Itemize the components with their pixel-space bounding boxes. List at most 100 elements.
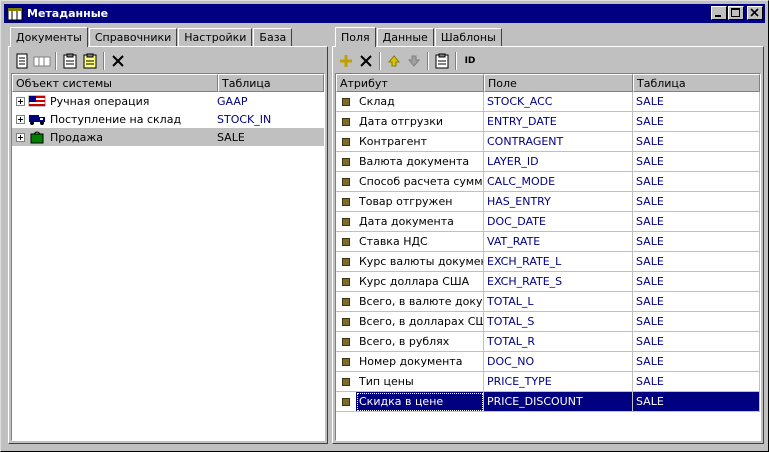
table-row[interactable]: Номер документа DOC_NO SALE xyxy=(336,352,760,372)
table-row[interactable]: Всего, в валюте документаTOTAL_LSALE xyxy=(336,292,760,312)
field-cell[interactable]: TOTAL_R xyxy=(484,332,633,352)
delete-icon[interactable] xyxy=(108,51,128,71)
app-icon xyxy=(7,7,23,21)
table-cell[interactable]: SALE xyxy=(633,92,760,112)
attribute-cell[interactable]: Курс доллара США xyxy=(356,272,484,292)
table-cell[interactable]: SALE xyxy=(633,232,760,252)
close-button[interactable] xyxy=(747,6,763,20)
attribute-cell[interactable]: Всего, в валюте документа xyxy=(356,292,484,312)
field-cell[interactable]: TOTAL_S xyxy=(484,312,633,332)
attribute-cell[interactable]: Валюта документа xyxy=(356,152,484,172)
tab-references[interactable]: Справочники xyxy=(88,28,178,46)
field-cell[interactable]: STOCK_ACC xyxy=(484,92,633,112)
attribute-cell[interactable]: Всего, в долларах США xyxy=(356,312,484,332)
table-cell[interactable]: SALE xyxy=(633,352,760,372)
attribute-cell[interactable]: Контрагент xyxy=(356,132,484,152)
column-header-field[interactable]: Поле xyxy=(484,74,633,92)
table-cell[interactable]: SALE xyxy=(633,172,760,192)
table-cell[interactable]: SALE xyxy=(633,212,760,232)
field-cell[interactable]: TOTAL_L xyxy=(484,292,633,312)
minimize-button[interactable] xyxy=(711,6,727,20)
table-row[interactable]: Курс доллара США EXCH_RATE_S SALE xyxy=(336,272,760,292)
table-view-icon[interactable] xyxy=(32,51,52,71)
table-row[interactable]: Ставка НДС VAT_RATE SALE xyxy=(336,232,760,252)
table-row[interactable]: Склад STOCK_ACC SALE xyxy=(336,92,760,112)
column-header-object[interactable]: Объект системы xyxy=(12,74,218,92)
table-row[interactable]: Всего, в долларах США TOTAL_S SALE xyxy=(336,312,760,332)
attribute-cell[interactable]: Скидка в цене xyxy=(356,392,484,412)
expand-icon[interactable] xyxy=(16,132,25,142)
attribute-cell[interactable]: Номер документа xyxy=(356,352,484,372)
field-cell[interactable]: PRICE_TYPE xyxy=(484,372,633,392)
table-cell[interactable]: SALE xyxy=(633,332,760,352)
attribute-cell[interactable]: Дата документа xyxy=(356,212,484,232)
field-cell[interactable]: HAS_ENTRY xyxy=(484,192,633,212)
tree-item-label: Поступление на склад xyxy=(50,112,182,126)
arrow-down-icon[interactable] xyxy=(404,51,424,71)
table-row[interactable]: Валюта документа LAYER_ID SALE xyxy=(336,152,760,172)
arrow-up-icon[interactable] xyxy=(384,51,404,71)
field-cell[interactable]: CONTRAGENT xyxy=(484,132,633,152)
properties-icon[interactable] xyxy=(432,51,452,71)
table-cell[interactable]: SALE xyxy=(633,132,760,152)
table-cell[interactable]: SALE xyxy=(633,272,760,292)
attribute-cell[interactable]: Ставка НДС xyxy=(356,232,484,252)
table-cell[interactable]: SALE xyxy=(633,112,760,132)
document-icon[interactable] xyxy=(12,51,32,71)
attribute-cell[interactable]: Тип цены xyxy=(356,372,484,392)
id-button[interactable]: ID xyxy=(460,51,480,71)
attribute-cell[interactable]: Дата отгрузки xyxy=(356,112,484,132)
attribute-cell[interactable]: Курс валюты документа xyxy=(356,252,484,272)
table-row[interactable]: Дата документа DOC_DATE SALE xyxy=(336,212,760,232)
table-row[interactable]: Скидка в цене PRICE_DISCOUNT SALE xyxy=(336,392,760,412)
left-tab-body: Объект системы Таблица Ручная операция G… xyxy=(8,46,328,444)
maximize-button[interactable] xyxy=(728,6,744,20)
tab-database[interactable]: База xyxy=(253,28,293,46)
field-cell[interactable]: ENTRY_DATE xyxy=(484,112,633,132)
edit-properties-icon[interactable] xyxy=(80,51,100,71)
table-cell[interactable]: SALE xyxy=(633,252,760,272)
attribute-cell[interactable]: Склад xyxy=(356,92,484,112)
table-row[interactable]: Тип цены PRICE_TYPE SALE xyxy=(336,372,760,392)
tab-data[interactable]: Данные xyxy=(376,28,434,46)
tree-row-manual-operation[interactable]: Ручная операция GAAP xyxy=(12,92,324,110)
attribute-cell[interactable]: Товар отгружен xyxy=(356,192,484,212)
field-cell[interactable]: CALC_MODE xyxy=(484,172,633,192)
table-cell[interactable]: SALE xyxy=(633,312,760,332)
column-header-table[interactable]: Таблица xyxy=(218,74,324,92)
expand-icon[interactable] xyxy=(16,96,25,106)
properties-icon[interactable] xyxy=(60,51,80,71)
title-bar[interactable]: Метаданные xyxy=(4,4,765,23)
tree-row-sale[interactable]: Продажа SALE xyxy=(12,128,324,146)
tab-settings[interactable]: Настройки xyxy=(178,28,253,46)
attribute-cell[interactable]: Способ расчета сумм xyxy=(356,172,484,192)
table-row[interactable]: Контрагент CONTRAGENT SALE xyxy=(336,132,760,152)
column-header-table[interactable]: Таблица xyxy=(633,74,760,92)
column-header-attribute[interactable]: Атрибут xyxy=(336,74,484,92)
field-cell[interactable]: EXCH_RATE_L xyxy=(484,252,633,272)
table-cell[interactable]: SALE xyxy=(633,192,760,212)
table-row[interactable]: Способ расчета сумм CALC_MODE SALE xyxy=(336,172,760,192)
field-cell[interactable]: DOC_NO xyxy=(484,352,633,372)
add-icon[interactable] xyxy=(336,51,356,71)
field-cell[interactable]: EXCH_RATE_S xyxy=(484,272,633,292)
tab-documents[interactable]: Документы xyxy=(10,27,88,47)
attribute-cell[interactable]: Всего, в рублях xyxy=(356,332,484,352)
tree-row-stock-in[interactable]: Поступление на склад STOCK_IN xyxy=(12,110,324,128)
field-cell[interactable]: LAYER_ID xyxy=(484,152,633,172)
expand-icon[interactable] xyxy=(16,114,25,124)
table-cell[interactable]: SALE xyxy=(633,292,760,312)
field-cell[interactable]: PRICE_DISCOUNT xyxy=(484,392,633,412)
table-row[interactable]: Дата отгрузки ENTRY_DATE SALE xyxy=(336,112,760,132)
field-cell[interactable]: VAT_RATE xyxy=(484,232,633,252)
tab-fields[interactable]: Поля xyxy=(335,27,376,47)
delete-icon[interactable] xyxy=(356,51,376,71)
table-row[interactable]: Всего, в рублях TOTAL_R SALE xyxy=(336,332,760,352)
table-cell[interactable]: SALE xyxy=(633,152,760,172)
table-cell[interactable]: SALE xyxy=(633,372,760,392)
field-cell[interactable]: DOC_DATE xyxy=(484,212,633,232)
tab-templates[interactable]: Шаблоны xyxy=(434,28,502,46)
table-cell[interactable]: SALE xyxy=(633,392,760,412)
table-row[interactable]: Товар отгружен HAS_ENTRY SALE xyxy=(336,192,760,212)
table-row[interactable]: Курс валюты документаEXCH_RATE_LSALE xyxy=(336,252,760,272)
